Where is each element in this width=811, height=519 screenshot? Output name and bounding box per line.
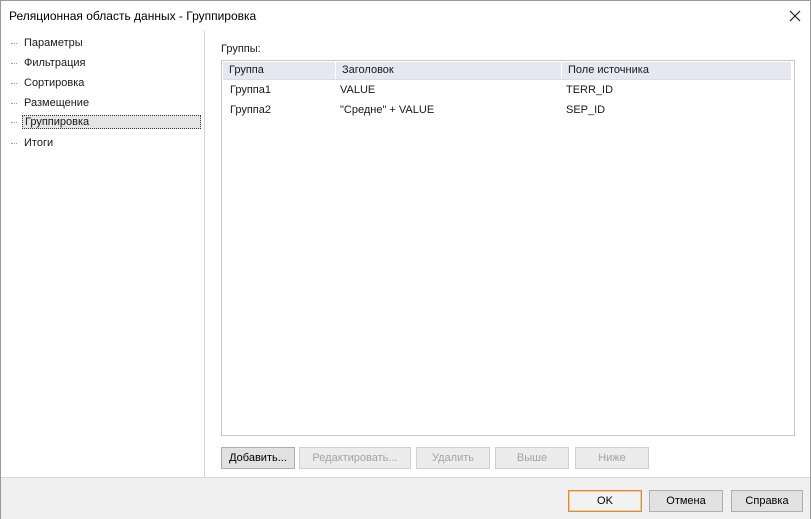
- tree-connector: [11, 102, 17, 104]
- title-bar: Реляционная область данных - Группировка: [1, 1, 810, 31]
- cell-group: Группа1: [230, 84, 271, 96]
- dialog-window: Реляционная область данных - Группировка…: [0, 0, 811, 519]
- dialog-footer: OK Отмена Справка: [1, 477, 810, 519]
- cell-group: Группа2: [230, 104, 271, 116]
- edit-button[interactable]: Редактировать...: [299, 447, 411, 469]
- groups-label: Группы:: [221, 43, 261, 55]
- add-button[interactable]: Добавить...: [221, 447, 295, 469]
- tree-item-label: Фильтрация: [24, 57, 86, 69]
- move-up-button[interactable]: Выше: [495, 447, 569, 469]
- cell-caption: "Средне" + VALUE: [340, 104, 435, 116]
- tree-item-filtering[interactable]: Фильтрация: [11, 54, 201, 72]
- column-header-source-field[interactable]: Поле источника: [562, 62, 791, 79]
- column-header-caption[interactable]: Заголовок: [336, 62, 562, 79]
- tree-connector: [11, 42, 17, 44]
- tree-item-parameters[interactable]: Параметры: [11, 34, 201, 52]
- cell-caption: VALUE: [340, 84, 376, 96]
- dialog-title: Реляционная область данных - Группировка: [9, 9, 257, 23]
- tree-item-label: Параметры: [24, 37, 83, 49]
- cancel-button[interactable]: Отмена: [649, 490, 723, 512]
- column-header-group[interactable]: Группа: [223, 62, 336, 79]
- tree-connector: [11, 82, 17, 84]
- tree-item-label: Группировка: [22, 115, 201, 129]
- tree-item-sorting[interactable]: Сортировка: [11, 74, 201, 92]
- cell-source-field: TERR_ID: [566, 84, 614, 96]
- tree-item-label: Сортировка: [24, 77, 85, 89]
- ok-button[interactable]: OK: [568, 490, 642, 512]
- table-row[interactable]: Группа2 "Средне" + VALUE SEP_ID: [223, 100, 791, 120]
- close-icon: [789, 10, 801, 22]
- move-down-button[interactable]: Ниже: [575, 447, 649, 469]
- close-button[interactable]: [780, 1, 810, 31]
- tree-connector: [11, 121, 17, 123]
- groups-table[interactable]: Группа Заголовок Поле источника Группа1 …: [221, 60, 795, 436]
- tree-connector: [11, 62, 17, 64]
- table-header: Группа Заголовок Поле источника: [223, 62, 791, 80]
- tree-item-grouping[interactable]: Группировка: [11, 113, 201, 131]
- delete-button[interactable]: Удалить: [416, 447, 490, 469]
- settings-tree: Параметры Фильтрация Сортировка Размещен…: [1, 31, 205, 477]
- tree-item-totals[interactable]: Итоги: [11, 134, 201, 152]
- cell-source-field: SEP_ID: [566, 104, 606, 116]
- tree-connector: [11, 142, 17, 144]
- tree-item-label: Итоги: [24, 137, 54, 149]
- help-button[interactable]: Справка: [731, 490, 803, 512]
- table-row[interactable]: Группа1 VALUE TERR_ID: [223, 80, 791, 100]
- tree-item-placement[interactable]: Размещение: [11, 94, 201, 112]
- tree-item-label: Размещение: [24, 97, 90, 109]
